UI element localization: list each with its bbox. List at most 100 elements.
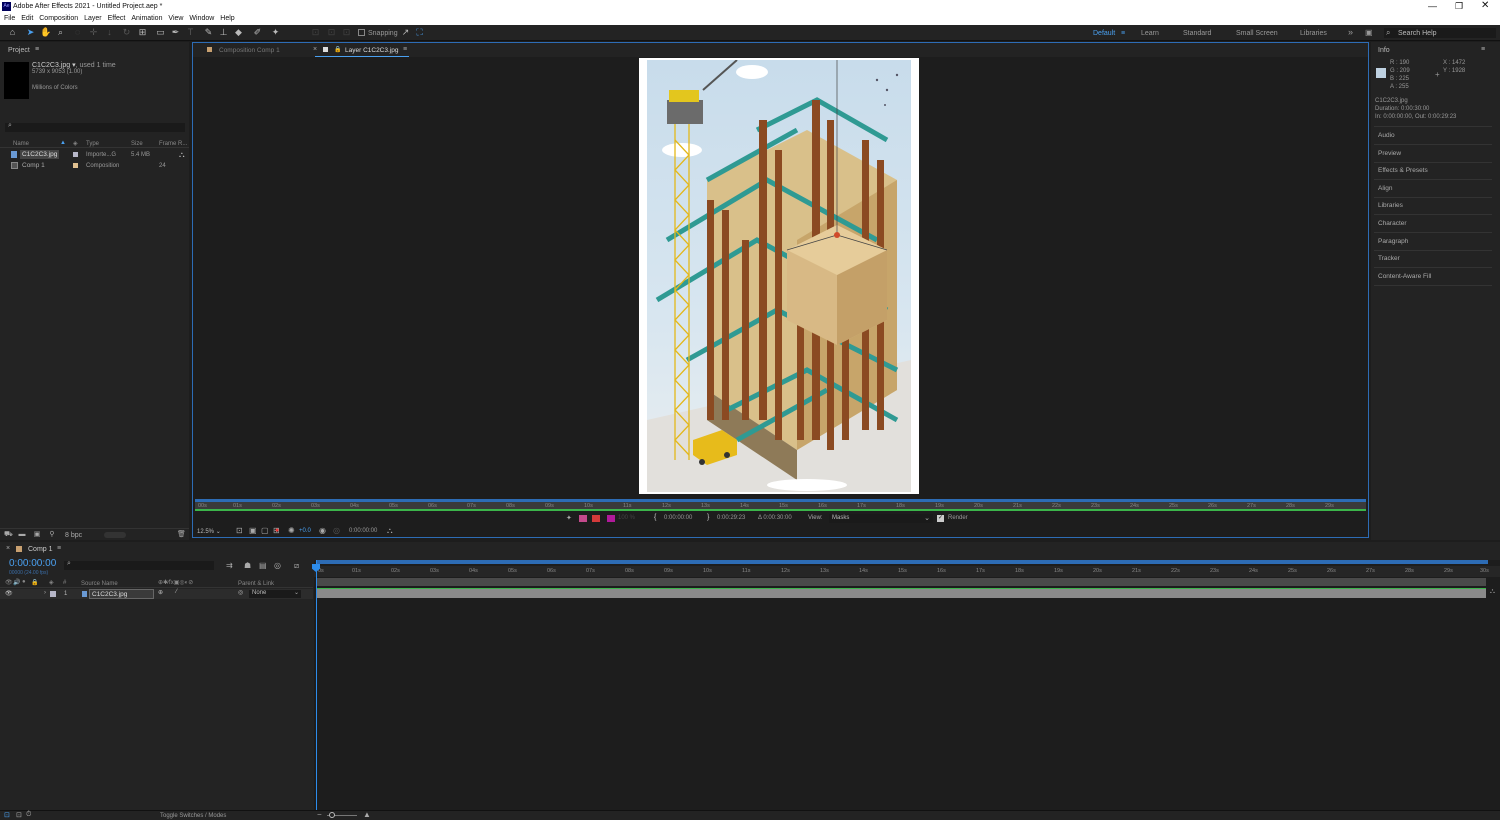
workspace-learn[interactable]: Learn — [1141, 30, 1159, 37]
mask-color-1[interactable] — [579, 515, 587, 522]
hand-tool-icon[interactable]: ✋ — [40, 27, 51, 38]
table-row[interactable]: 👁 › 1 C1C2C3.jpg ⊕ ⁄ ◎ None ⌄ — [0, 589, 313, 599]
timeline-tab[interactable]: Comp 1 — [28, 546, 53, 553]
menu-animation[interactable]: Animation — [131, 13, 162, 25]
menu-layer[interactable]: Layer — [84, 13, 102, 25]
draft-3d-icon[interactable]: ☗ — [244, 561, 251, 570]
switches-icon[interactable]: ⊕✱⁄fx▣◎◐⊘ — [158, 579, 193, 586]
puppet-tool-icon[interactable]: ✦ — [270, 27, 281, 38]
close-tab-icon[interactable]: × — [313, 46, 317, 53]
pan-tool-icon[interactable]: ✛ — [88, 27, 99, 38]
bpc-label[interactable]: 8 bpc — [65, 532, 82, 540]
col-parent-link[interactable]: Parent & Link — [238, 581, 274, 587]
label-col-icon[interactable]: ◈ — [49, 579, 54, 586]
menu-composition[interactable]: Composition — [39, 13, 78, 25]
col-source-name[interactable]: Source Name — [81, 581, 118, 587]
panel-preview[interactable]: Preview — [1378, 150, 1401, 157]
work-area-bar[interactable] — [316, 560, 1488, 564]
grid-icon[interactable]: ▣ — [249, 526, 257, 535]
selection-tool-icon[interactable]: ➤ — [25, 27, 36, 38]
eye-icon[interactable]: 👁 — [5, 590, 13, 597]
in-time[interactable]: 0:00:00:00 — [664, 515, 692, 521]
camera-snapshot-icon[interactable]: ◉ — [319, 526, 326, 535]
panel-menu-icon[interactable]: ≡ — [57, 545, 61, 552]
layer-time-ruler[interactable]: 00s 01s 02s 03s 04s 05s 06s 07s 08s 09s … — [195, 499, 1366, 511]
current-time[interactable]: 0:00:00:00 — [349, 528, 377, 534]
color-settings-icon[interactable]: ✺ — [288, 526, 295, 535]
zoom-slider-handle[interactable] — [329, 812, 335, 818]
anchor-tool-icon[interactable]: ⊞ — [137, 27, 148, 38]
tab-layer[interactable]: Layer C1C2C3.jpg — [345, 47, 398, 54]
menu-help[interactable]: Help — [220, 13, 234, 25]
timeline-search-input[interactable]: ⌕ — [64, 560, 214, 570]
col-frame-rate[interactable]: Frame R... — [159, 141, 187, 147]
flowchart-icon[interactable]: ⛬ — [179, 150, 185, 160]
flowchart-icon[interactable]: ⛬ — [387, 526, 393, 536]
label-col-icon[interactable]: ◈ — [73, 140, 78, 147]
clone-stamp-icon[interactable]: ⊥ — [218, 27, 229, 38]
layer-name[interactable]: C1C2C3.jpg — [89, 589, 154, 599]
render-time-icon[interactable]: ⏱ — [26, 811, 31, 819]
menu-view[interactable]: View — [168, 13, 183, 25]
mask-color-3[interactable] — [607, 515, 615, 522]
search-help-toggle-icon[interactable]: ▣ — [1365, 28, 1373, 37]
expand-chevron-icon[interactable]: › — [44, 590, 46, 596]
workspace-default[interactable]: Default — [1093, 30, 1115, 37]
home-icon[interactable]: ⌂ — [7, 27, 18, 38]
new-composition-icon[interactable]: ▣ — [33, 531, 41, 539]
graph-editor-icon[interactable]: ⧄ — [294, 561, 299, 571]
workspace-libraries[interactable]: Libraries — [1300, 30, 1327, 37]
project-search-input[interactable]: ⌕ — [5, 122, 185, 132]
axis-world-icon[interactable]: ⊡ — [326, 27, 337, 38]
layer-image-frame[interactable] — [639, 58, 919, 494]
out-time[interactable]: 0:00:29:23 — [717, 515, 745, 521]
mask-visibility-icon[interactable]: ▢ — [261, 526, 269, 535]
list-item[interactable]: C1C2C3.jpg Importe...G 5.4 MB ⛬ — [0, 150, 189, 160]
view-dropdown[interactable]: Masks ⌄ — [829, 514, 933, 523]
delete-icon[interactable]: 🗑 — [177, 531, 186, 539]
parent-dropdown[interactable]: None ⌄ — [249, 590, 301, 598]
panel-menu-icon[interactable]: ≡ — [1481, 46, 1485, 53]
exposure-value[interactable]: +0.0 — [299, 528, 311, 534]
snap-features-icon[interactable]: ⛶ — [414, 27, 425, 38]
new-folder-icon[interactable]: ▬ — [18, 531, 26, 539]
lock-icon[interactable]: 🔒 — [334, 46, 341, 53]
tab-composition[interactable]: Composition Comp 1 — [219, 47, 280, 54]
eraser-tool-icon[interactable]: ◆ — [233, 27, 244, 38]
info-tab[interactable]: Info — [1378, 47, 1390, 54]
interpret-footage-icon[interactable]: ⛟ — [4, 531, 13, 539]
render-checkbox[interactable]: ✓ — [937, 515, 944, 522]
quality-switch-icon[interactable]: ⁄ — [176, 589, 177, 595]
roto-brush-icon[interactable]: ✐ — [252, 27, 263, 38]
project-settings-icon[interactable]: ⚲ — [48, 531, 56, 539]
fit-icon[interactable]: ⊡ — [236, 526, 243, 535]
snapshot-icon[interactable]: ✦ — [566, 514, 572, 522]
axis-view-icon[interactable]: ⊡ — [341, 27, 352, 38]
close-tab-icon[interactable]: × — [6, 545, 10, 552]
audio-icon[interactable]: 🔊 — [13, 579, 20, 586]
thumbnail-slider[interactable] — [104, 532, 126, 538]
minimize-icon[interactable]: — — [1428, 1, 1437, 11]
menu-effect[interactable]: Effect — [108, 13, 126, 25]
menu-window[interactable]: Window — [189, 13, 214, 25]
workspace-overflow-icon[interactable]: » — [1348, 27, 1353, 37]
panel-libraries[interactable]: Libraries — [1378, 202, 1403, 209]
menu-edit[interactable]: Edit — [21, 13, 33, 25]
type-tool-icon[interactable]: T — [185, 27, 196, 38]
list-item[interactable]: Comp 1 Composition 24 — [0, 161, 189, 171]
lock-icon[interactable]: 🔒 — [31, 579, 38, 586]
playhead[interactable] — [316, 560, 317, 810]
zoom-dropdown[interactable]: 12.5% ⌄ — [197, 528, 221, 535]
transfer-controls-icon[interactable]: ⊡ — [16, 811, 22, 819]
zoom-in-icon[interactable]: ▲ — [363, 810, 371, 819]
col-size[interactable]: Size — [131, 141, 143, 147]
layer-duration-bar[interactable] — [316, 588, 1486, 598]
layer-switches-icon[interactable]: ⊡ — [4, 811, 10, 819]
solo-icon[interactable]: ● — [22, 579, 26, 585]
current-timecode[interactable]: 0:00:00:00 — [9, 558, 56, 569]
work-area-bar[interactable] — [195, 499, 1366, 502]
dolly-tool-icon[interactable]: ↓ — [104, 27, 115, 38]
toggle-switches-modes[interactable]: Toggle Switches / Modes — [160, 813, 226, 819]
panel-content-aware-fill[interactable]: Content-Aware Fill — [1378, 273, 1431, 280]
snap-edges-icon[interactable]: ↗ — [400, 27, 411, 38]
